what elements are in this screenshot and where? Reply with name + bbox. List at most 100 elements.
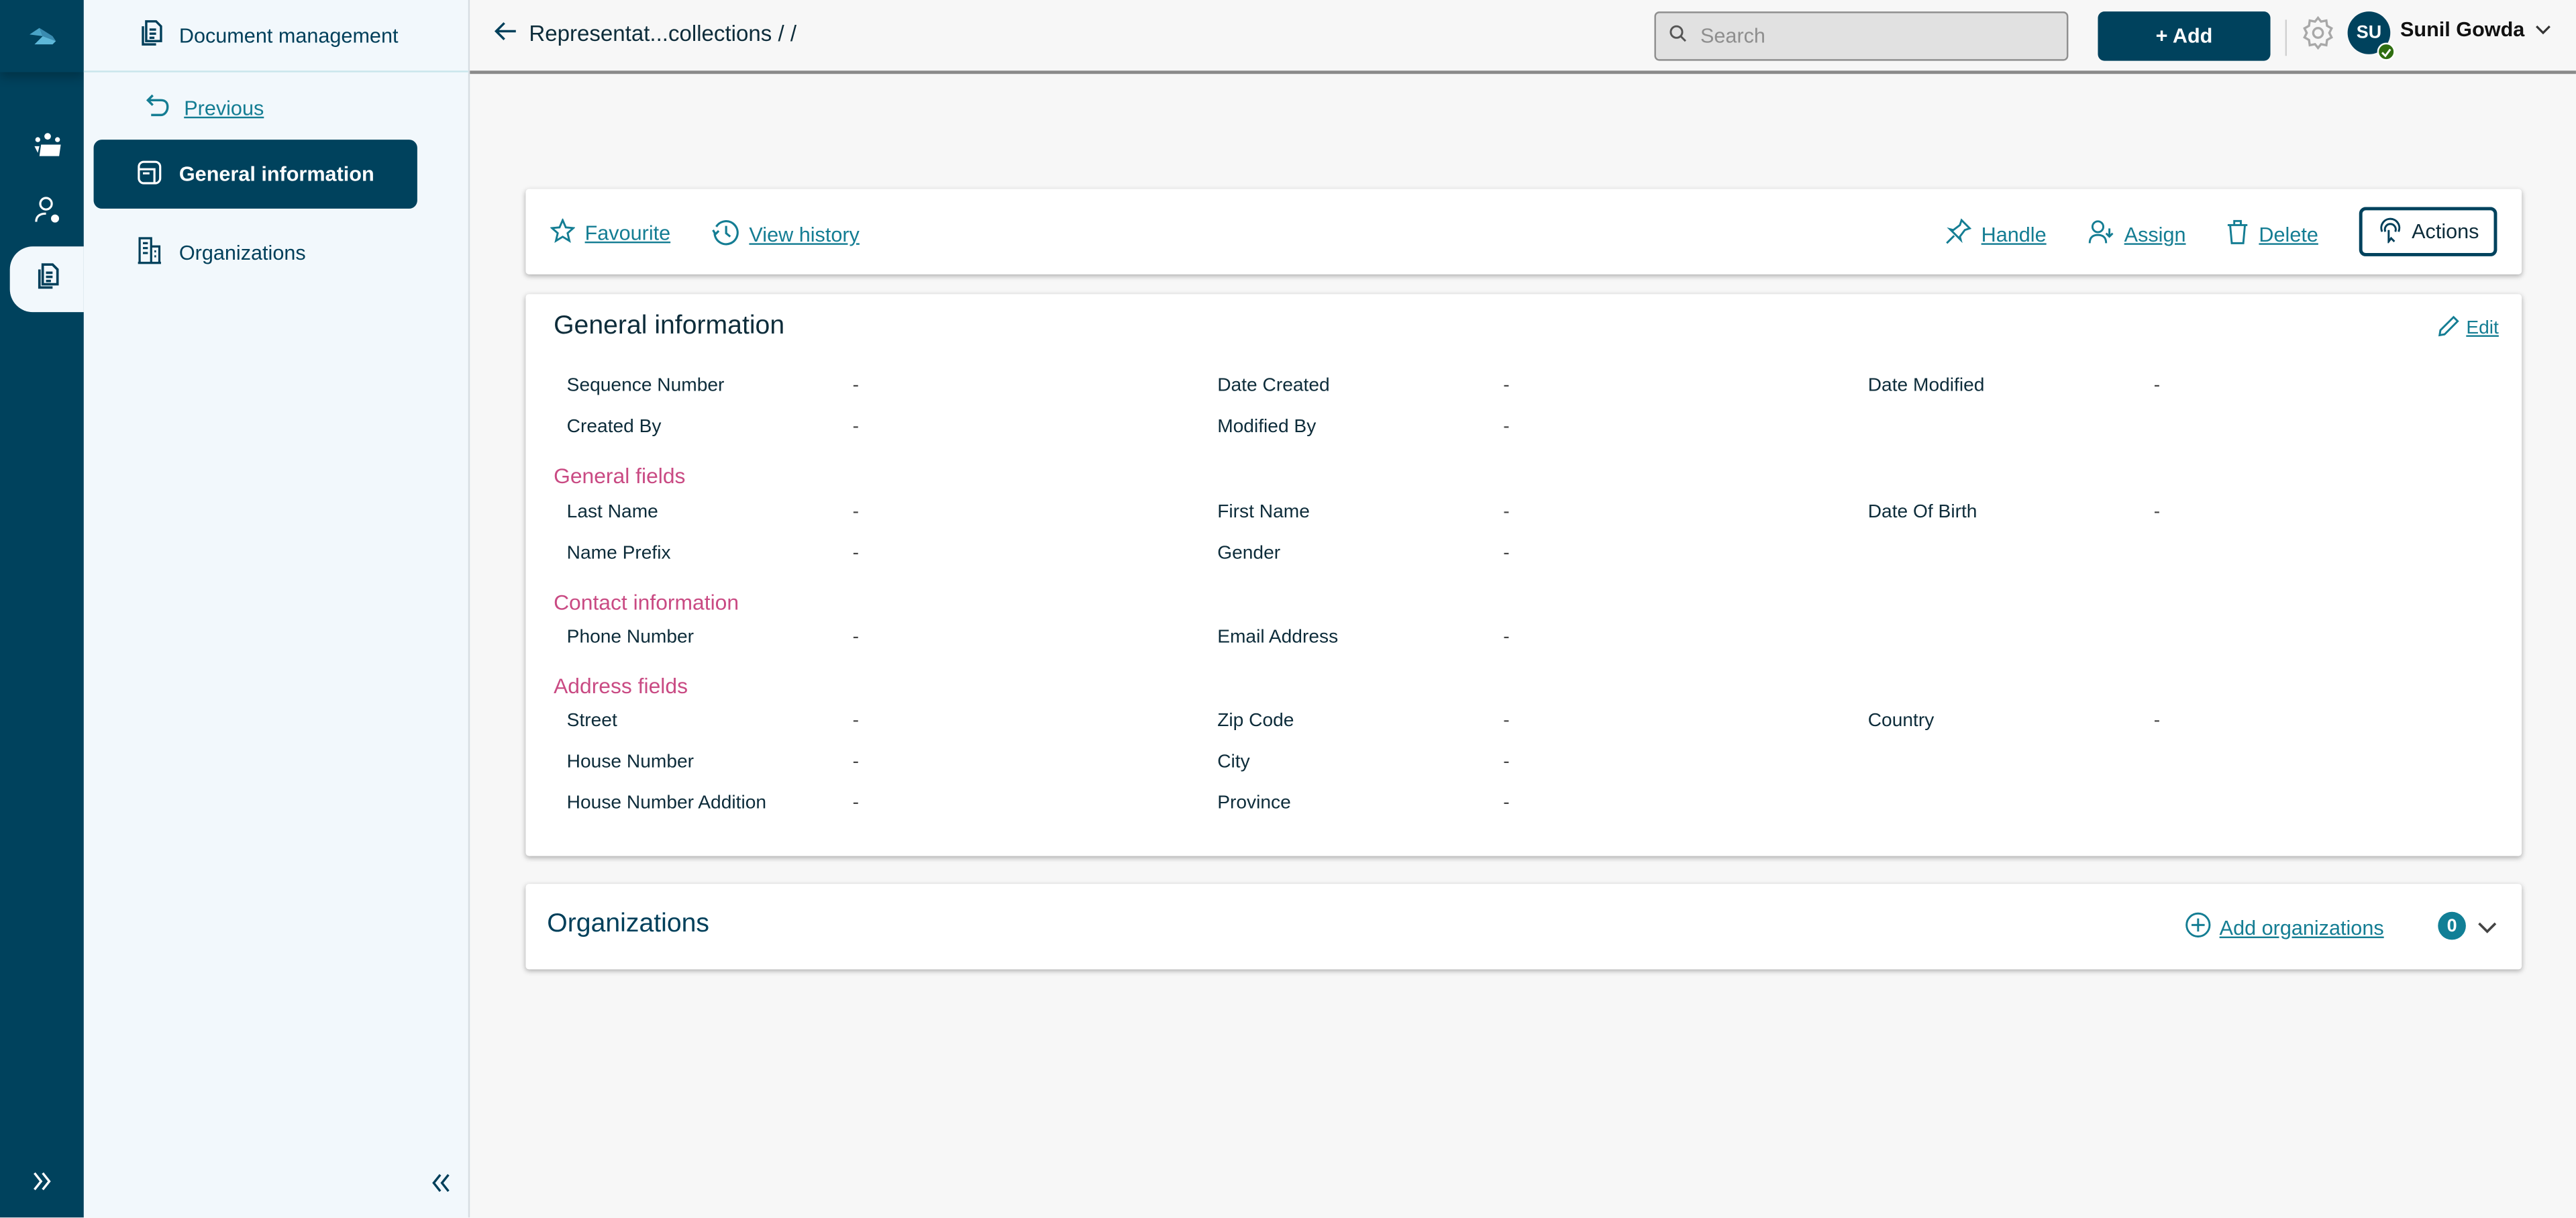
field-value: -	[852, 752, 860, 772]
field-label: Phone Number	[566, 627, 694, 648]
avatar[interactable]: SU	[2347, 11, 2395, 61]
rail-documents[interactable]	[9, 246, 84, 313]
add-organizations-label: Add organizations	[2219, 915, 2384, 940]
field-value: -	[852, 503, 860, 523]
field-value: -	[852, 627, 860, 648]
handle-label: Handle	[1981, 222, 2047, 246]
pin-icon	[1945, 218, 1972, 250]
trash-icon	[2226, 219, 2249, 250]
field-label: Modified By	[1217, 417, 1317, 438]
field-label: Gender	[1217, 544, 1281, 564]
field-label: Country	[1867, 711, 1935, 731]
documents-icon	[34, 260, 60, 298]
field-value: -	[2153, 503, 2161, 523]
divider	[2285, 19, 2287, 56]
breadcrumb-text[interactable]: Representat...collections / /	[529, 21, 796, 46]
field-value: -	[852, 711, 860, 731]
documents-icon	[138, 18, 164, 52]
previous-link[interactable]: Previous	[144, 92, 264, 123]
settings-button[interactable]	[2300, 15, 2336, 59]
search-input[interactable]	[1700, 24, 2029, 48]
field-label: Sequence Number	[566, 376, 725, 397]
assign-link[interactable]: Assign	[2088, 219, 2186, 250]
user-menu[interactable]: Sunil Gowda	[2400, 18, 2551, 41]
view-history-label: View history	[749, 223, 860, 247]
status-check-icon	[2377, 42, 2395, 61]
actions-button[interactable]: Actions	[2359, 207, 2497, 256]
count-badge: 0	[2438, 911, 2466, 940]
secondary-nav: Document management Previous General inf…	[83, 0, 470, 1218]
organizations-card: Organizations Add organizations 0	[525, 884, 2522, 970]
touch-pointer-icon	[2377, 216, 2404, 248]
favourite-label: Favourite	[584, 221, 671, 245]
edit-link[interactable]: Edit	[2438, 315, 2499, 342]
nav-item-label: Organizations	[178, 241, 306, 265]
edit-label: Edit	[2466, 318, 2499, 339]
favourite-link[interactable]: Favourite	[550, 217, 671, 248]
form-icon	[136, 158, 162, 190]
field-label: Date Modified	[1867, 376, 1985, 397]
chevron-down-icon[interactable]	[2477, 913, 2497, 943]
field-value: -	[1503, 544, 1510, 564]
chevron-down-icon	[2534, 18, 2551, 41]
nav-item-organizations[interactable]: Organizations	[94, 219, 417, 288]
delete-label: Delete	[2259, 222, 2318, 246]
field-value: -	[852, 793, 860, 813]
field-value: -	[852, 417, 860, 438]
field-label: First Name	[1217, 503, 1310, 523]
search-box[interactable]	[1654, 11, 2069, 61]
add-button[interactable]: + Add	[2098, 11, 2271, 61]
expand-rail-button[interactable]	[0, 1165, 84, 1205]
field-label: Date Of Birth	[1867, 503, 1977, 523]
field-label: Created By	[566, 417, 662, 438]
card-title: Organizations	[547, 910, 709, 938]
handle-link[interactable]: Handle	[1945, 218, 2047, 250]
plus-circle-icon	[2185, 912, 2211, 944]
general-information-card: General information Edit Sequence Number…	[525, 294, 2522, 856]
section-title: General fields	[554, 463, 686, 489]
field-value: -	[2153, 376, 2161, 397]
pencil-icon	[2438, 315, 2460, 342]
assign-label: Assign	[2124, 222, 2186, 246]
gear-icon	[2300, 15, 2336, 58]
team-workspace-icon[interactable]	[10, 111, 84, 177]
breadcrumb: Representat...collections / /	[494, 21, 796, 46]
undo-arrow-icon	[144, 92, 170, 123]
field-label: Email Address	[1217, 627, 1339, 648]
nav-header: Document management	[83, 0, 468, 72]
delete-link[interactable]: Delete	[2226, 219, 2318, 250]
previous-label: Previous	[184, 96, 264, 119]
view-history-link[interactable]: View history	[711, 219, 860, 252]
add-organizations-link[interactable]: Add organizations	[2185, 912, 2384, 944]
avatar-initials: SU	[2356, 23, 2382, 43]
field-label: Zip Code	[1217, 711, 1294, 731]
field-label: Name Prefix	[566, 544, 671, 564]
back-arrow-icon[interactable]	[494, 21, 517, 46]
action-bar: Favourite View history Handle Assign Del…	[525, 189, 2522, 274]
collapse-nav-button[interactable]	[429, 1172, 452, 1201]
field-label: Last Name	[566, 503, 658, 523]
double-chevron-right-icon	[30, 1170, 53, 1199]
logo-icon[interactable]	[0, 0, 84, 72]
top-bar: Representat...collections / / + Add SU S…	[470, 0, 2576, 74]
field-label: House Number Addition	[566, 793, 767, 813]
field-value: -	[2153, 711, 2161, 731]
field-label: House Number	[566, 752, 694, 772]
field-value: -	[1503, 376, 1510, 397]
field-value: -	[1503, 793, 1510, 813]
field-label: City	[1217, 752, 1250, 772]
field-label: Province	[1217, 793, 1291, 813]
building-icon	[136, 237, 162, 270]
user-settings-icon[interactable]	[10, 177, 84, 243]
nav-item-general-information[interactable]: General information	[93, 140, 417, 209]
card-title: General information	[554, 312, 785, 340]
user-name: Sunil Gowda	[2400, 17, 2525, 42]
field-value: -	[1503, 503, 1510, 523]
assign-user-icon	[2088, 219, 2114, 250]
app-rail	[0, 0, 84, 1218]
field-value: -	[1503, 627, 1510, 648]
field-value: -	[1503, 417, 1510, 438]
field-label: Street	[566, 711, 617, 731]
nav-header-title: Document management	[178, 23, 399, 47]
history-icon	[711, 219, 739, 252]
